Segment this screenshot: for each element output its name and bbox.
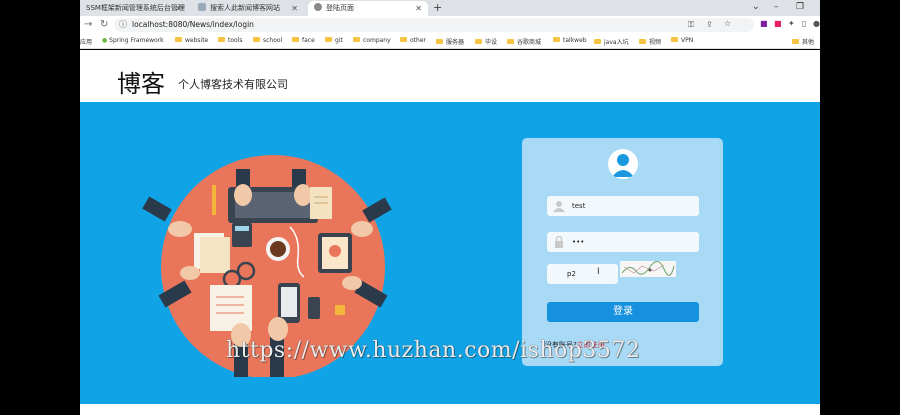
folder-icon xyxy=(325,37,332,42)
url-text[interactable]: localhost:8080/News/index/login xyxy=(132,20,254,29)
captcha-input[interactable] xyxy=(567,267,612,281)
folder-icon xyxy=(594,39,601,44)
folder-icon xyxy=(292,37,299,42)
tab-admin[interactable]: SSM框架新闻管理系统后台管理 ✕ xyxy=(80,1,188,16)
bookmark-git[interactable]: git xyxy=(325,37,343,44)
login-button[interactable]: 登录 xyxy=(547,302,699,322)
folder-icon xyxy=(400,37,407,42)
folder-icon xyxy=(507,39,514,44)
close-icon[interactable]: ✕ xyxy=(175,1,182,16)
profile-icon[interactable]: ● xyxy=(813,19,820,28)
lock-icon xyxy=(555,236,563,248)
browser-toolbar: → ↻ ⓘ localhost:8080/News/index/login ⚿ … xyxy=(80,16,820,34)
bookmark-website[interactable]: website xyxy=(175,37,208,44)
bookmark-server[interactable]: 服务器 xyxy=(436,37,464,46)
restore-icon[interactable]: ❐ xyxy=(796,0,804,14)
leaf-icon: ● xyxy=(102,37,108,44)
bookmark-apps[interactable]: 应用 xyxy=(80,37,92,46)
folder-icon xyxy=(175,37,182,42)
close-icon[interactable]: ✕ xyxy=(415,1,422,16)
new-tab-icon[interactable]: + xyxy=(433,0,442,16)
folder-icon xyxy=(218,37,225,42)
folder-icon xyxy=(553,37,560,42)
extension-icon[interactable]: ■ xyxy=(774,19,782,28)
forward-icon[interactable]: → xyxy=(84,18,92,32)
tab-blog-site-label: 搜索人此新闻博客网站 xyxy=(210,4,280,12)
captcha-image[interactable] xyxy=(620,261,676,277)
browser-tab-bar: SSM框架新闻管理系统后台管理 ✕ 搜索人此新闻博客网站 ✕ 登陆页面 ✕ + … xyxy=(80,0,820,16)
folder-icon xyxy=(353,37,360,42)
bookmarks-bar: 应用 ● Spring Framework website tools scho… xyxy=(80,34,820,49)
sidebar-icon[interactable]: ▯ xyxy=(802,19,806,28)
globe-icon xyxy=(314,3,322,11)
watermark-text: https://www.huzhan.com/ishop3572 xyxy=(226,338,641,363)
captcha-field: I xyxy=(547,264,618,284)
extension-icon[interactable]: ■ xyxy=(760,19,768,28)
page-footer xyxy=(80,404,820,415)
bookmark-video[interactable]: 视频 xyxy=(639,37,661,46)
reload-icon[interactable]: ↻ xyxy=(100,18,108,32)
star-icon[interactable]: ☆ xyxy=(724,19,731,28)
tab-login[interactable]: 登陆页面 ✕ xyxy=(308,1,428,16)
bookmark-face[interactable]: face xyxy=(292,37,315,44)
text-cursor-icon: I xyxy=(597,267,600,277)
username-input[interactable] xyxy=(572,199,692,213)
folder-icon xyxy=(475,39,482,44)
bookmark-tools[interactable]: tools xyxy=(218,37,243,44)
close-icon[interactable]: ✕ xyxy=(291,1,298,16)
company-name: 个人博客技术有限公司 xyxy=(178,78,288,91)
user-avatar-icon xyxy=(608,149,638,179)
folder-icon xyxy=(639,39,646,44)
bookmark-spring[interactable]: ● Spring Framework xyxy=(102,37,164,44)
login-card: I 登录 没有账号?立即注册 xyxy=(522,138,723,366)
tab-blog-site[interactable]: 搜索人此新闻博客网站 ✕ xyxy=(192,1,304,16)
bookmark-school[interactable]: school xyxy=(253,37,282,44)
tab-login-label: 登陆页面 xyxy=(326,4,354,12)
bookmark-java[interactable]: java入坑 xyxy=(594,37,629,46)
folder-icon xyxy=(671,37,678,42)
minimize-icon[interactable]: – xyxy=(774,0,779,14)
folder-icon xyxy=(792,39,799,44)
password-input[interactable] xyxy=(572,235,692,249)
folder-icon xyxy=(253,37,260,42)
bookmark-others[interactable]: 其他 xyxy=(792,37,814,46)
info-icon[interactable]: ⓘ xyxy=(119,19,127,30)
username-field xyxy=(547,196,699,216)
bookmark-google-store[interactable]: 谷歌商城 xyxy=(507,37,541,46)
password-field xyxy=(547,232,699,252)
favicon-icon xyxy=(198,3,206,11)
bookmark-other[interactable]: other xyxy=(400,37,426,44)
share-icon[interactable]: ⇪ xyxy=(706,20,713,29)
bookmark-thesis[interactable]: 毕设 xyxy=(475,37,497,46)
key-icon[interactable]: ⚿ xyxy=(688,20,694,30)
puzzle-icon[interactable]: ✦ xyxy=(788,19,795,28)
tab-list-chevron-icon[interactable]: ⌄ xyxy=(752,0,760,14)
tab-admin-label: SSM框架新闻管理系统后台管理 xyxy=(86,4,185,12)
user-icon xyxy=(553,201,565,212)
address-bar[interactable]: ⓘ localhost:8080/News/index/login ⚿ ⇪ ☆ xyxy=(114,18,754,32)
page-header: 博客 个人博客技术有限公司 xyxy=(80,50,820,102)
folder-icon xyxy=(436,39,443,44)
site-logo[interactable]: 博客 xyxy=(117,64,165,99)
bookmark-vpn[interactable]: VPN xyxy=(671,37,693,44)
bookmark-company[interactable]: company xyxy=(353,37,391,44)
bookmark-talkweb[interactable]: talkweb xyxy=(553,37,587,44)
